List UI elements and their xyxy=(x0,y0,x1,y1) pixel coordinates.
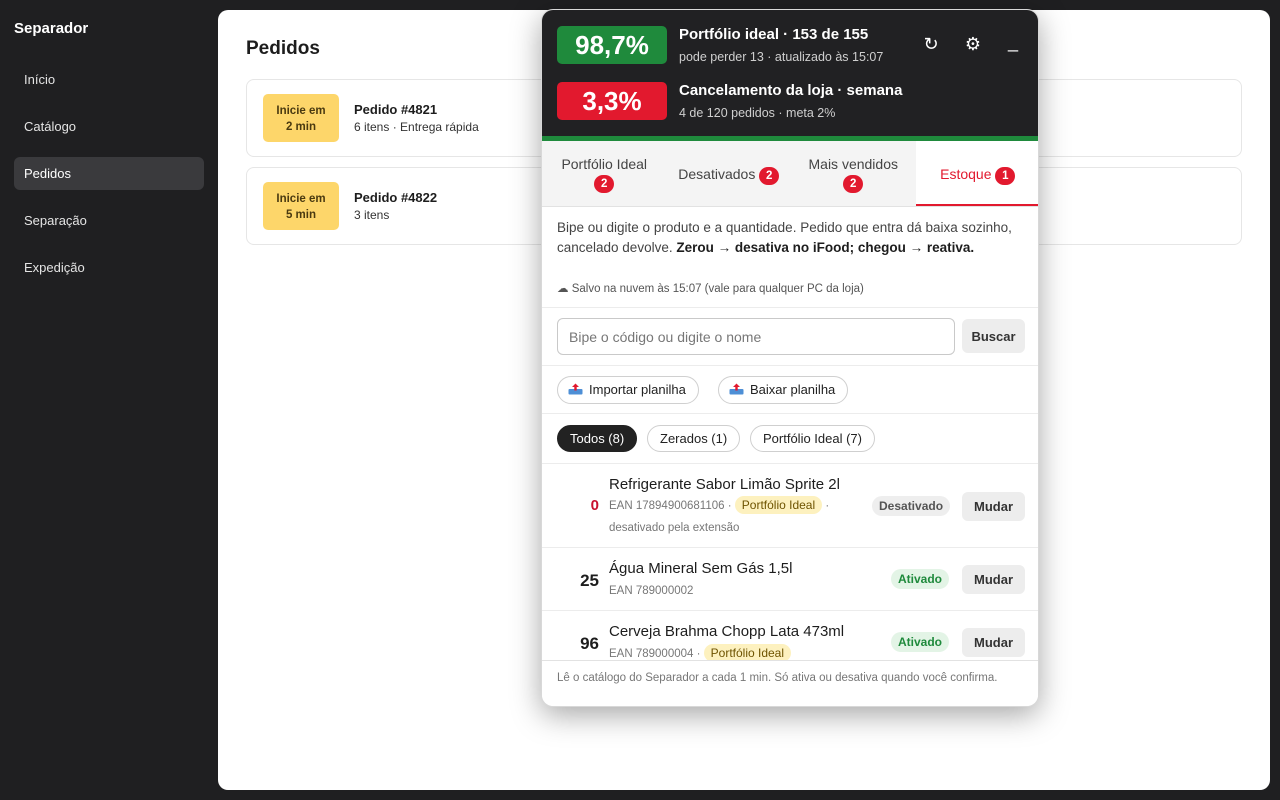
order-title: Pedido #4822 xyxy=(354,190,438,205)
stock-quantity[interactable]: 96 xyxy=(580,634,599,654)
panel-header: 98,7% Portfólio ideal · 153 de 155 pode … xyxy=(542,10,1038,142)
cancel-metric-subtitle: 4 de 120 pedidos · meta 2% xyxy=(679,106,836,120)
status-badge: Ativado xyxy=(891,569,950,589)
stock-quantity[interactable]: 25 xyxy=(580,571,599,591)
portfolio-metric-title: Portfólio ideal · 153 de 155 xyxy=(679,26,869,43)
product-name: Água Mineral Sem Gás 1,5l xyxy=(609,560,793,577)
tab-count-badge: 2 xyxy=(843,175,864,193)
tab-label: Mais vendidos xyxy=(808,156,899,172)
import-sheet-button[interactable]: Importar planilha xyxy=(557,376,699,404)
status-badge: Ativado xyxy=(891,632,950,652)
portfolio-metric-badge: 98,7% xyxy=(557,26,667,64)
gear-icon[interactable]: ⚙ xyxy=(962,34,984,55)
app-brand: Separador xyxy=(14,20,89,37)
search-button[interactable]: Buscar xyxy=(962,319,1025,353)
product-list: 0 Refrigerante Sabor Limão Sprite 2l EAN… xyxy=(542,463,1038,660)
product-row: 25 Água Mineral Sem Gás 1,5l EAN 7890000… xyxy=(542,547,1038,610)
order-badge-line1: Inicie em xyxy=(276,105,326,117)
product-meta: EAN 789000002 xyxy=(609,580,879,602)
product-name: Cerveja Brahma Chopp Lata 473ml xyxy=(609,623,845,640)
tab-desativados[interactable]: Desativados 2 xyxy=(666,141,791,206)
panel-footer: Lê o catálogo do Separador a cada 1 min.… xyxy=(542,660,1038,706)
tab-label: Estoque xyxy=(940,166,992,182)
instructions-text: Bipe ou digite o produto e a quantidade.… xyxy=(557,218,1027,257)
product-row: 96 Cerveja Brahma Chopp Lata 473ml EAN 7… xyxy=(542,610,1038,660)
product-note: desativado pela extensão xyxy=(609,522,740,534)
filter-zerados[interactable]: Zerados (1) xyxy=(647,425,741,452)
sidebar: Separador Início Catálogo Pedidos Separa… xyxy=(0,0,218,800)
save-status-text: Salvo na nuvem às 15:07 (vale para qualq… xyxy=(571,283,864,295)
order-start-badge: Inicie em 5 min xyxy=(263,182,339,230)
product-row: 0 Refrigerante Sabor Limão Sprite 2l EAN… xyxy=(542,463,1038,547)
order-badge-line2: 5 min xyxy=(285,209,317,221)
tab-count-badge: 2 xyxy=(759,167,780,185)
tab-label: Desativados xyxy=(678,166,756,182)
sidebar-item-separacao[interactable]: Separação xyxy=(14,204,204,237)
sidebar-item-expedicao[interactable]: Expedição xyxy=(14,251,204,284)
tab-portfolio-ideal[interactable]: Portfólio Ideal 2 xyxy=(542,141,667,206)
filter-todos[interactable]: Todos (8) xyxy=(557,425,638,452)
download-sheet-button[interactable]: Baixar planilha xyxy=(718,376,849,404)
change-status-button[interactable]: Mudar xyxy=(962,492,1025,521)
status-badge: Desativado xyxy=(872,496,951,516)
portfolio-tag: Portfólio Ideal xyxy=(703,644,792,660)
minimize-icon[interactable]: _ xyxy=(1002,32,1024,53)
portfolio-metric-subtitle: pode perder 13 · atualizado às 15:07 xyxy=(679,50,884,64)
tab-estoque[interactable]: Estoque 1 xyxy=(915,141,1038,206)
import-sheet-label: Importar planilha xyxy=(589,382,686,397)
change-status-button[interactable]: Mudar xyxy=(962,628,1025,657)
order-subtitle: 3 itens xyxy=(354,208,390,222)
stock-quantity[interactable]: 0 xyxy=(591,497,599,514)
tab-count-badge: 2 xyxy=(594,175,615,193)
order-badge-line1: Inicie em xyxy=(276,193,326,205)
extension-panel: 98,7% Portfólio ideal · 153 de 155 pode … xyxy=(541,9,1039,707)
change-status-button[interactable]: Mudar xyxy=(962,565,1025,594)
portfolio-tag: Portfólio Ideal xyxy=(734,496,823,514)
product-ean: EAN 789000004 · xyxy=(609,648,701,660)
tab-label: Portfólio Ideal xyxy=(561,156,648,172)
cloud-icon: ☁ xyxy=(557,283,569,295)
tab-mais-vendidos[interactable]: Mais vendidos 2 xyxy=(791,141,916,206)
order-badge-line2: 2 min xyxy=(285,121,317,133)
sidebar-item-catalogo[interactable]: Catálogo xyxy=(14,110,204,143)
sidebar-nav: Início Catálogo Pedidos Separação Expedi… xyxy=(14,63,204,298)
refresh-icon[interactable]: ↻ xyxy=(920,34,942,55)
product-name: Refrigerante Sabor Limão Sprite 2l xyxy=(609,476,840,493)
panel-tabs: Portfólio Ideal 2 Desativados 2 Mais ven… xyxy=(542,141,1038,207)
cancel-metric-badge: 3,3% xyxy=(557,82,667,120)
order-title: Pedido #4821 xyxy=(354,102,438,117)
product-ean: EAN 17894900681106 · xyxy=(609,500,732,512)
divider xyxy=(542,413,1038,414)
filter-portfolio-ideal[interactable]: Portfólio Ideal (7) xyxy=(750,425,875,452)
product-search-input[interactable] xyxy=(557,318,955,355)
cancel-metric-title: Cancelamento da loja · semana xyxy=(679,82,903,99)
tab-count-badge: 1 xyxy=(995,167,1016,185)
order-subtitle: 6 itens · Entrega rápida xyxy=(354,120,479,134)
sidebar-item-pedidos[interactable]: Pedidos xyxy=(14,157,204,190)
upload-tray-icon xyxy=(568,383,583,395)
page-title: Pedidos xyxy=(246,38,320,59)
divider xyxy=(542,307,1038,308)
sidebar-item-inicio[interactable]: Início xyxy=(14,63,204,96)
product-ean: EAN 789000002 xyxy=(609,585,694,597)
divider xyxy=(542,365,1038,366)
save-status: ☁ Salvo na nuvem às 15:07 (vale para qua… xyxy=(557,281,864,295)
download-tray-icon xyxy=(729,383,744,395)
product-meta: EAN 17894900681106 · Portfólio Ideal · d… xyxy=(609,495,879,539)
order-start-badge: Inicie em 2 min xyxy=(263,94,339,142)
product-meta: EAN 789000004 · Portfólio Ideal xyxy=(609,643,879,660)
download-sheet-label: Baixar planilha xyxy=(750,382,836,397)
meta-separator: · xyxy=(825,500,830,512)
instructions-bold: Zerou → desativa no iFood; chegou → reat… xyxy=(676,239,975,255)
